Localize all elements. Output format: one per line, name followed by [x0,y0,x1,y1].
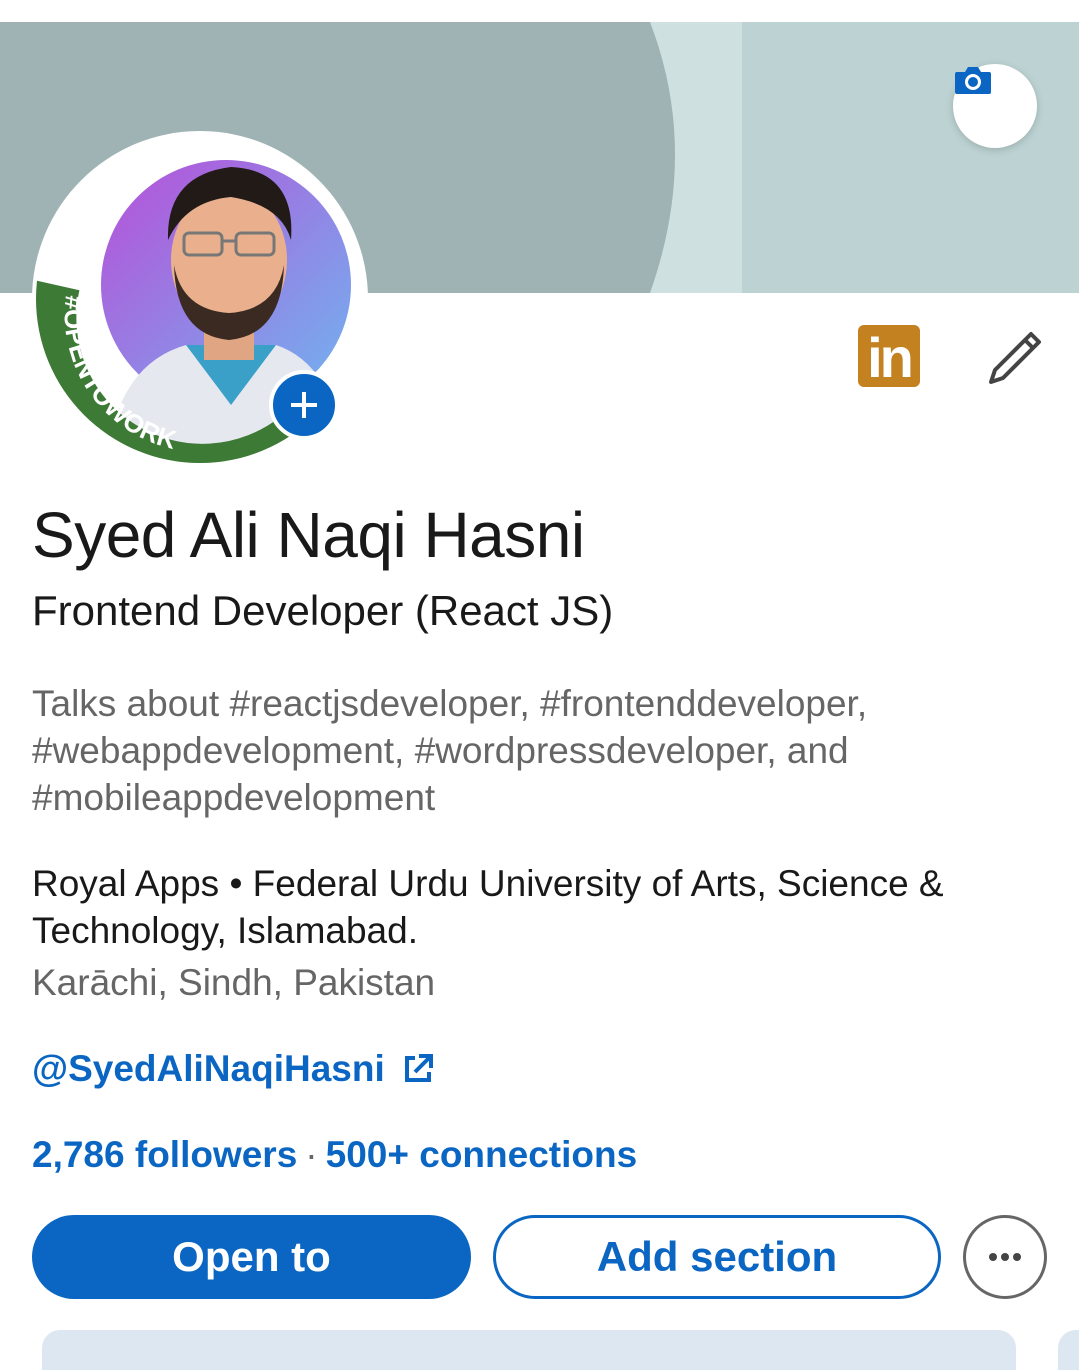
more-button[interactable] [963,1215,1047,1299]
pencil-icon [989,332,1041,384]
company-education[interactable]: Royal Apps • Federal Urdu University of … [32,860,1042,954]
website-link[interactable]: @SyedAliNaqiHasni [32,1048,435,1090]
camera-icon [955,67,991,94]
stats-separator: · [305,1134,318,1175]
profile-headline: Frontend Developer (React JS) [32,587,614,634]
external-link-icon [404,1054,433,1082]
add-photo-button[interactable] [269,370,339,440]
profile-photo[interactable]: #OPENTOWORK [32,131,368,467]
next-section-card-peek [1058,1330,1079,1370]
connections-link[interactable]: 500+ connections [326,1134,638,1175]
add-section-button[interactable]: Add section [493,1215,941,1299]
talks-about: Talks about #reactjsdeveloper, #frontend… [32,683,868,818]
edit-banner-button[interactable] [953,64,1037,148]
followers-link[interactable]: 2,786 followers [32,1134,297,1175]
linkedin-icon-text: in [867,326,914,389]
more-dots-icon [989,1253,1021,1261]
linkedin-logo-icon[interactable]: in [858,325,920,387]
network-stats: 2,786 followers · 500+ connections [32,1134,637,1176]
open-to-button[interactable]: Open to [32,1215,471,1299]
website-label: @SyedAliNaqiHasni [32,1048,385,1089]
profile-location: Karāchi, Sindh, Pakistan [32,962,436,1003]
next-section-card [42,1330,1016,1370]
plus-icon [291,392,317,418]
profile-name: Syed Ali Naqi Hasni [32,499,585,571]
edit-intro-button[interactable] [985,328,1045,388]
